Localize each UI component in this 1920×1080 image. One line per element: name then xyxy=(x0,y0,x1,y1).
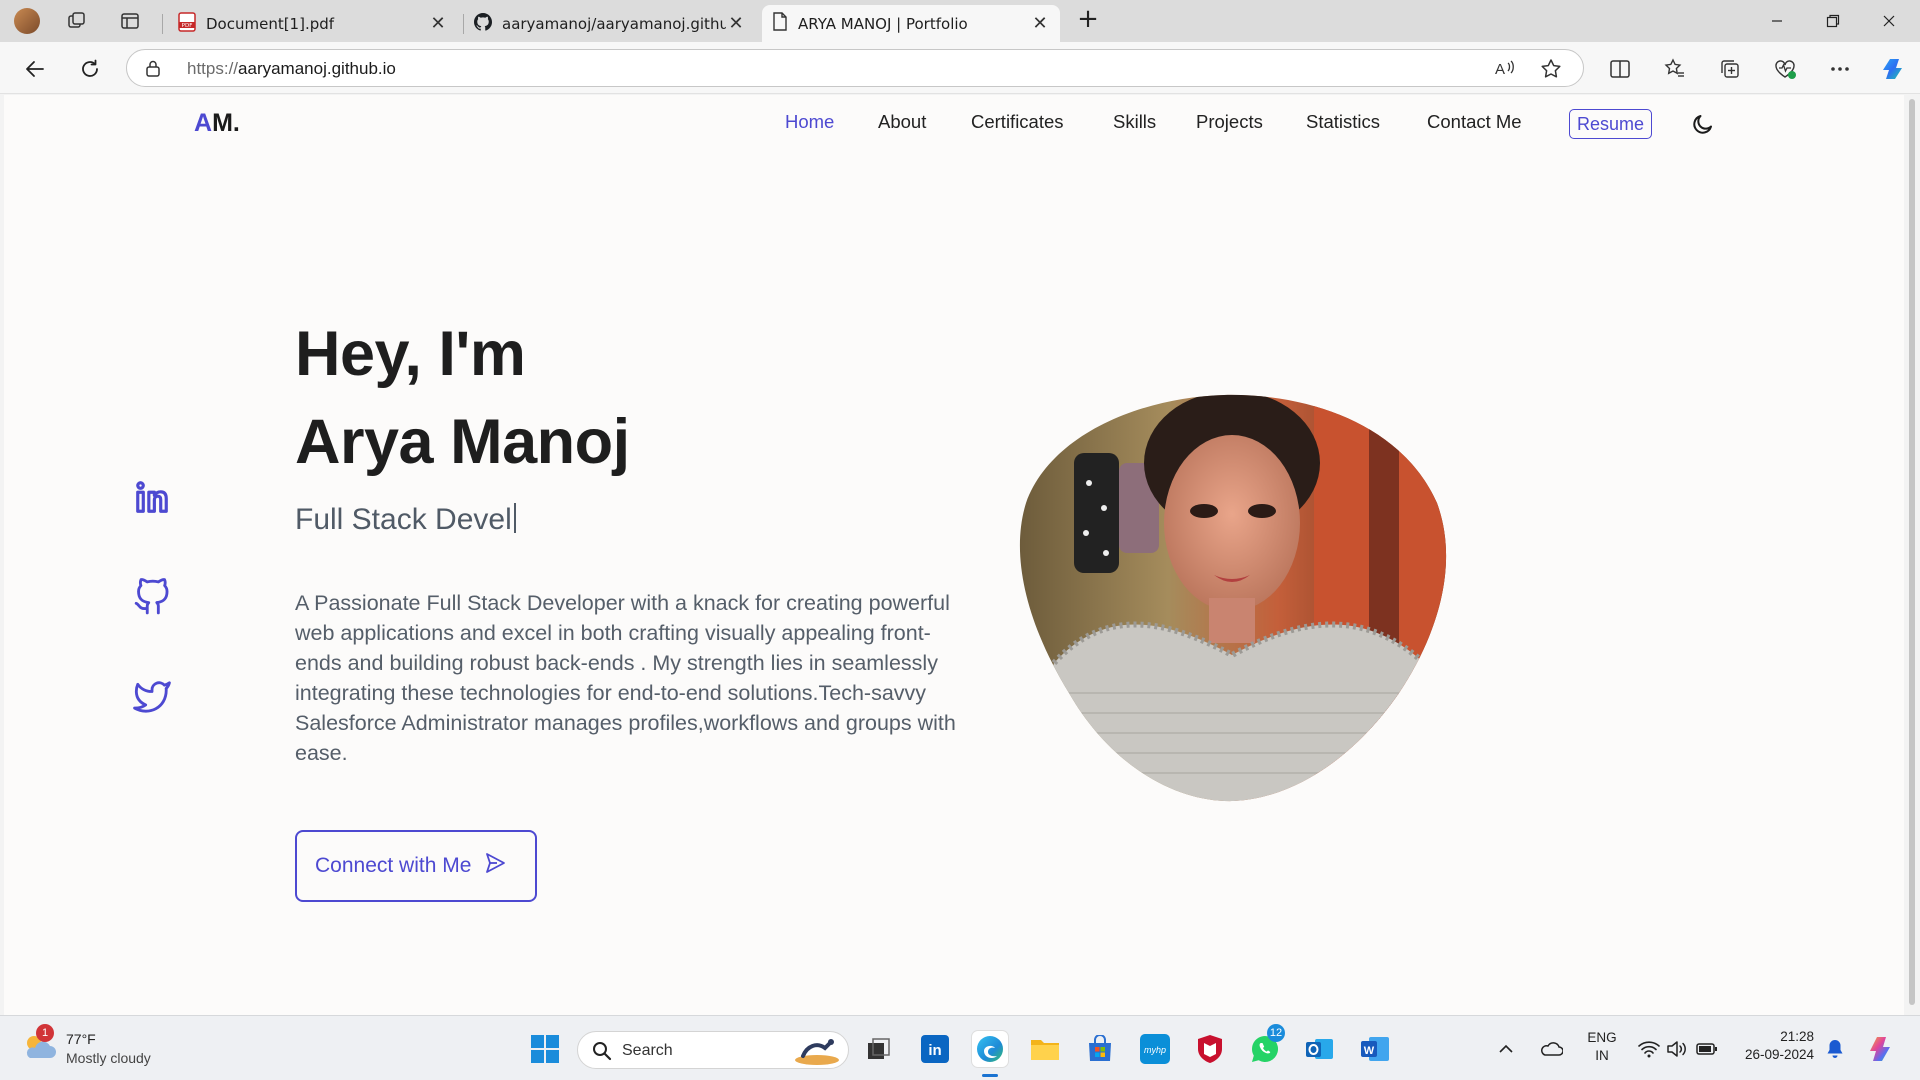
nav-about[interactable]: About xyxy=(878,111,926,133)
tab-title: Document[1].pdf xyxy=(206,14,335,33)
weather-condition: Mostly cloudy xyxy=(66,1050,151,1066)
mcafee-icon[interactable] xyxy=(1192,1031,1228,1067)
linkedin-icon[interactable] xyxy=(132,477,172,517)
favorites-icon[interactable] xyxy=(1660,54,1690,84)
task-view-icon[interactable] xyxy=(860,1031,896,1067)
battery-icon[interactable] xyxy=(1694,1031,1720,1067)
hero-bio: A Passionate Full Stack Developer with a… xyxy=(295,591,956,765)
svg-text:in: in xyxy=(928,1042,941,1059)
svg-text:A: A xyxy=(1495,61,1505,78)
whatsapp-badge: 12 xyxy=(1267,1024,1285,1042)
wifi-icon[interactable] xyxy=(1636,1031,1662,1067)
connect-button-label: Connect with Me xyxy=(315,854,472,877)
close-tab-icon[interactable]: ✕ xyxy=(726,13,746,34)
close-tab-icon[interactable]: ✕ xyxy=(428,13,448,34)
edge-browser-icon[interactable] xyxy=(972,1031,1008,1067)
tab-actions-icon[interactable] xyxy=(117,8,143,34)
cloudy-weather-icon: 1 xyxy=(22,1024,56,1066)
favorite-star-icon[interactable] xyxy=(1540,58,1562,84)
show-hidden-icons-chevron-icon[interactable] xyxy=(1494,1031,1518,1067)
github-icon[interactable] xyxy=(132,577,172,617)
address-bar[interactable]: https://aaryamanoj.github.io A xyxy=(126,49,1584,87)
github-icon xyxy=(474,12,493,35)
myhp-icon[interactable]: myhp xyxy=(1137,1031,1173,1067)
outlook-icon[interactable] xyxy=(1302,1031,1338,1067)
whatsapp-icon[interactable]: 12 xyxy=(1247,1024,1285,1067)
hero-role-typewriter: Full Stack Devel xyxy=(295,503,516,537)
weather-badge: 1 xyxy=(36,1024,54,1042)
nav-home[interactable]: Home xyxy=(785,111,834,133)
tab-title: ARYA MANOJ | Portfolio xyxy=(798,14,968,33)
restore-icon[interactable] xyxy=(1810,8,1856,34)
nav-projects[interactable]: Projects xyxy=(1196,111,1263,133)
taskbar-search[interactable]: Search xyxy=(577,1031,849,1069)
hero-name: Arya Manoj xyxy=(295,407,630,477)
page-icon xyxy=(772,12,788,35)
profile-avatar[interactable] xyxy=(14,8,40,34)
windows-taskbar: 1 77°F Mostly cloudy Search in myhp 12 W… xyxy=(0,1015,1920,1080)
notification-bell-icon[interactable] xyxy=(1822,1031,1848,1067)
more-options-icon[interactable] xyxy=(1825,54,1855,84)
minimize-icon[interactable] xyxy=(1754,8,1800,34)
nav-certificates[interactable]: Certificates xyxy=(971,111,1064,133)
tab-document-pdf[interactable]: PDF Document[1].pdf ✕ xyxy=(168,5,458,42)
profile-photo xyxy=(1014,393,1454,803)
browser-tab-strip: PDF Document[1].pdf ✕ aaryamanoj/aaryama… xyxy=(0,0,1920,42)
dark-mode-toggle-icon[interactable] xyxy=(1688,109,1718,139)
search-icon xyxy=(592,1041,612,1065)
browser-toolbar: https://aaryamanoj.github.io A xyxy=(0,42,1920,94)
refresh-icon[interactable] xyxy=(75,54,105,84)
twitter-icon[interactable] xyxy=(132,677,172,717)
nav-contact[interactable]: Contact Me xyxy=(1427,111,1522,133)
clock[interactable]: 21:28 26-09-2024 xyxy=(1734,1028,1814,1064)
nav-skills[interactable]: Skills xyxy=(1113,111,1156,133)
nav-statistics[interactable]: Statistics xyxy=(1306,111,1380,133)
svg-text:PDF: PDF xyxy=(182,23,193,29)
close-window-icon[interactable] xyxy=(1866,8,1912,34)
page-scrollbar[interactable] xyxy=(1904,95,1920,1015)
linkedin-app-icon[interactable]: in xyxy=(917,1031,953,1067)
copilot-taskbar-icon[interactable] xyxy=(1862,1031,1898,1067)
lock-icon[interactable] xyxy=(145,59,161,82)
hero-heading: Hey, I'm Arya Manoj xyxy=(295,310,630,486)
svg-text:W: W xyxy=(1364,1045,1375,1057)
read-aloud-icon[interactable]: A xyxy=(1494,58,1516,82)
pdf-icon: PDF xyxy=(178,11,196,36)
collections-icon[interactable] xyxy=(1715,54,1745,84)
split-screen-icon[interactable] xyxy=(1605,54,1635,84)
browser-essentials-icon[interactable] xyxy=(1770,54,1800,84)
svg-text:myhp: myhp xyxy=(1144,1045,1166,1055)
typing-caret xyxy=(513,503,516,533)
tab-portfolio-active[interactable]: ARYA MANOJ | Portfolio ✕ xyxy=(762,5,1060,42)
new-tab-button[interactable]: + xyxy=(1075,4,1101,34)
page-viewport: AM. Home About Certificates Skills Proje… xyxy=(4,95,1904,1015)
weather-temp: 77°F xyxy=(66,1031,96,1047)
search-label: Search xyxy=(622,1042,673,1059)
volume-icon[interactable] xyxy=(1664,1031,1690,1067)
language-indicator[interactable]: ENG IN xyxy=(1582,1029,1622,1065)
hero-greeting: Hey, I'm xyxy=(295,319,526,389)
url-text[interactable]: https://aaryamanoj.github.io xyxy=(187,59,396,79)
close-tab-icon[interactable]: ✕ xyxy=(1030,13,1050,34)
tab-github-repo[interactable]: aaryamanoj/aaryamanoj.github.io ✕ xyxy=(464,5,756,42)
windows-start-icon[interactable] xyxy=(527,1031,563,1067)
back-icon[interactable] xyxy=(20,54,50,84)
tab-title: aaryamanoj/aaryamanoj.github.io xyxy=(502,14,726,33)
file-explorer-icon[interactable] xyxy=(1027,1031,1063,1067)
word-icon[interactable]: W xyxy=(1357,1031,1393,1067)
search-highlight-icon xyxy=(793,1034,841,1070)
copilot-icon[interactable] xyxy=(1878,54,1908,84)
microsoft-store-icon[interactable] xyxy=(1082,1031,1118,1067)
resume-button[interactable]: Resume xyxy=(1569,109,1653,139)
send-icon xyxy=(483,851,507,881)
connect-button[interactable]: Connect with Me xyxy=(295,830,537,902)
weather-widget[interactable]: 1 77°F Mostly cloudy xyxy=(22,1024,151,1068)
site-logo[interactable]: AM. xyxy=(194,109,240,138)
onedrive-cloud-icon[interactable] xyxy=(1536,1031,1566,1067)
workspaces-icon[interactable] xyxy=(64,8,90,34)
